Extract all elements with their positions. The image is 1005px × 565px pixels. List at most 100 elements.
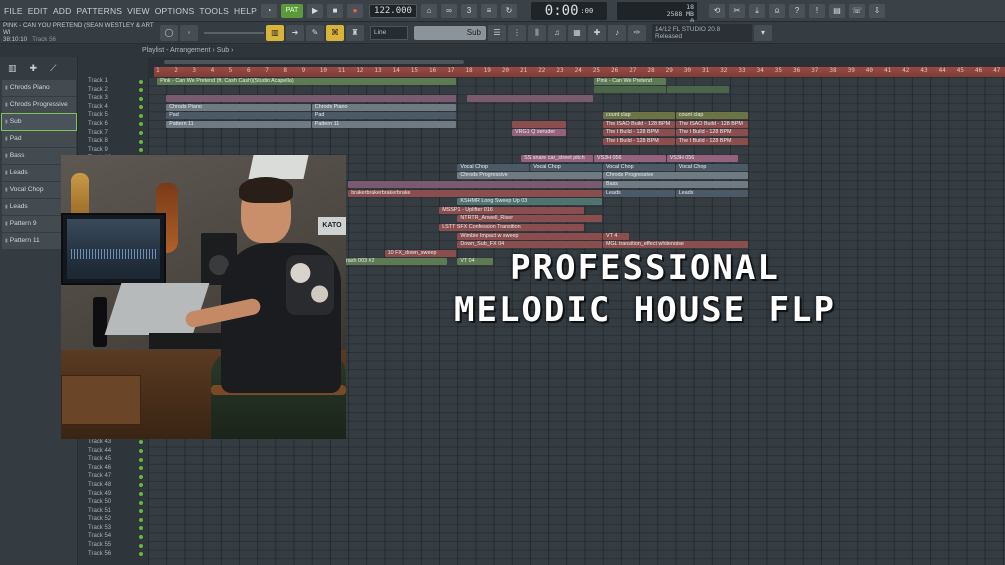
playlist-clip[interactable]: LSTT SFX Confession Transition bbox=[439, 224, 584, 231]
arrow-icon[interactable]: ➜ bbox=[286, 24, 304, 41]
playlist-clip[interactable]: Pad bbox=[311, 112, 457, 120]
timeline-ruler[interactable]: 1 2 3 4 5 6 7 8 9 10 11 12 13 14 15 16 17 18 19 20 21 22 23 24 2… bbox=[148, 67, 1005, 77]
menu-view[interactable]: VIEW bbox=[127, 6, 150, 16]
playlist-clip[interactable]: VRG1 Q seruder bbox=[512, 129, 566, 137]
playlist-icon[interactable]: ☰ bbox=[488, 24, 506, 41]
playlist-clip[interactable]: Pattern 11 bbox=[311, 120, 457, 128]
mixer-icon[interactable]: ⫼ bbox=[528, 24, 546, 41]
undo-icon[interactable]: ⟲ bbox=[708, 3, 725, 18]
track-header[interactable]: Track 52 bbox=[78, 515, 148, 524]
download-icon[interactable]: ⇩ bbox=[868, 3, 885, 18]
channel-rack-icon[interactable]: ⋮ bbox=[508, 24, 526, 41]
menu-options[interactable]: OPTIONS bbox=[155, 6, 195, 16]
time-display[interactable]: 0:00:00 bbox=[530, 1, 607, 20]
menu-add[interactable]: ADD bbox=[53, 6, 72, 16]
menu-file[interactable]: FILE bbox=[4, 6, 23, 16]
feather-icon[interactable]: ✑ bbox=[628, 24, 646, 41]
playlist-clip[interactable] bbox=[166, 95, 457, 102]
pattern-item[interactable]: Pad bbox=[2, 131, 76, 147]
playlist-clip[interactable]: Vocal Chop bbox=[675, 163, 748, 171]
record-metronome-icon[interactable]: ◔ bbox=[261, 3, 278, 18]
menu-help[interactable]: HELP bbox=[234, 6, 257, 16]
playlist-clip[interactable]: Chrods Progressive bbox=[603, 172, 748, 180]
export-icon[interactable]: ⤓ bbox=[748, 3, 765, 18]
horizontal-scrollbar[interactable] bbox=[148, 57, 1005, 67]
playlist-clip[interactable]: Pattern 11 bbox=[166, 120, 311, 128]
playlist-clip[interactable]: Bass bbox=[603, 181, 748, 188]
pattern-item[interactable]: Chrods Progressive bbox=[2, 97, 76, 113]
help-icon[interactable]: ? bbox=[788, 3, 805, 18]
track-header[interactable]: Track 50 bbox=[78, 498, 148, 507]
piano-icon[interactable]: ♫ bbox=[548, 24, 566, 41]
playlist-clip[interactable]: KSHMR Long Sweep Up 03 bbox=[457, 198, 602, 206]
pencil-icon[interactable]: ✎ bbox=[306, 24, 324, 41]
save-icon[interactable]: ▤ bbox=[828, 3, 845, 18]
tool-icon[interactable]: ⟋ bbox=[50, 63, 56, 74]
playlist-clip[interactable]: Leads bbox=[675, 189, 748, 197]
stop-icon[interactable]: ■ bbox=[327, 3, 344, 18]
playlist-clip[interactable] bbox=[593, 86, 666, 94]
playlist-clip[interactable]: Chrods Piano bbox=[311, 103, 457, 111]
playlist-clip[interactable]: VT 4 bbox=[603, 232, 630, 240]
playlist-clip[interactable] bbox=[466, 95, 593, 102]
track-header[interactable]: Track 51 bbox=[78, 507, 148, 516]
playlist-clip[interactable]: NTRTR_Anwell_Riser bbox=[457, 215, 602, 223]
playlist-clip[interactable]: The I Build - 128 BPM bbox=[603, 138, 675, 145]
magnet-icon[interactable]: ⌘ bbox=[326, 24, 344, 41]
pattern-selector[interactable]: Sub bbox=[414, 25, 486, 40]
master-slider[interactable] bbox=[204, 31, 264, 34]
track-header[interactable]: Track 2 bbox=[78, 86, 148, 95]
playlist-clip[interactable] bbox=[348, 181, 602, 188]
playlist-clip[interactable]: Wimbie Impact w sweep bbox=[457, 232, 602, 240]
menu-tools[interactable]: TOOLS bbox=[199, 6, 229, 16]
scrollbar-thumb[interactable] bbox=[164, 60, 464, 64]
master-volume-icon[interactable]: ◯ bbox=[160, 24, 178, 41]
playlist-clip[interactable]: VS3H 056 bbox=[666, 155, 739, 163]
track-header[interactable]: Track 49 bbox=[78, 490, 148, 499]
metronome-icon[interactable]: ⌂ bbox=[420, 3, 437, 18]
pattern-item[interactable]: Chrods Piano bbox=[2, 80, 76, 96]
loop-record-icon[interactable]: ↻ bbox=[500, 3, 517, 18]
track-header[interactable]: Track 6 bbox=[78, 120, 148, 129]
record-icon[interactable]: ● bbox=[347, 3, 364, 18]
playlist-clip[interactable]: SS snare car_street pitch bbox=[521, 155, 593, 163]
track-header[interactable]: Track 43 bbox=[78, 438, 148, 447]
wait-icon[interactable]: ∞ bbox=[440, 3, 457, 18]
track-header[interactable]: Track 54 bbox=[78, 532, 148, 541]
playlist-clip[interactable]: VS3H 056 bbox=[593, 155, 666, 163]
stamp-icon[interactable]: ♜ bbox=[346, 24, 364, 41]
track-header[interactable]: Track 56 bbox=[78, 550, 148, 559]
playlist-clip[interactable]: Leads bbox=[603, 189, 675, 197]
snap-select[interactable]: Line bbox=[370, 25, 408, 40]
menu-patterns[interactable]: PATTERNS bbox=[76, 6, 122, 16]
play-icon[interactable]: ▶ bbox=[307, 3, 324, 18]
playlist-clip[interactable]: Vocal Chop bbox=[530, 163, 602, 171]
pattern-song-toggle[interactable]: PAT bbox=[281, 3, 304, 18]
track-header[interactable]: Track 55 bbox=[78, 541, 148, 550]
track-header[interactable]: Track 45 bbox=[78, 455, 148, 464]
playlist-clip[interactable]: The I Build - 128 BPM bbox=[675, 138, 748, 145]
track-header[interactable]: Track 5 bbox=[78, 111, 148, 120]
playlist-clip[interactable]: MSSP1 - Uplifter 016 bbox=[439, 206, 584, 214]
browser-icon[interactable]: ▦ bbox=[568, 24, 586, 41]
track-header[interactable]: Track 44 bbox=[78, 447, 148, 456]
playlist-clip[interactable]: Pink - Can We Pretend bbox=[593, 77, 666, 85]
track-header[interactable]: Track 1 bbox=[78, 77, 148, 86]
bell-icon[interactable]: ♪ bbox=[608, 24, 626, 41]
playlist-clip[interactable]: count clap bbox=[675, 112, 748, 120]
playlist-clip[interactable]: The I Build - 128 BPM bbox=[675, 129, 748, 137]
playlist-clip[interactable]: Chrods Progressive bbox=[457, 172, 602, 180]
pattern-item[interactable]: Sub bbox=[1, 113, 77, 131]
picker-icon[interactable]: ▥ bbox=[8, 63, 17, 74]
chat-icon[interactable]: ☏ bbox=[848, 3, 865, 18]
piano-roll-icon[interactable]: ▥ bbox=[266, 24, 284, 41]
microphone-icon[interactable]: ⍝ bbox=[768, 3, 785, 18]
track-header[interactable]: Track 3 bbox=[78, 94, 148, 103]
track-header[interactable]: Track 47 bbox=[78, 472, 148, 481]
playlist-clip[interactable] bbox=[512, 120, 566, 128]
playlist-clip[interactable]: count clap bbox=[603, 112, 675, 120]
master-pitch-icon[interactable]: ◦ bbox=[180, 24, 198, 41]
playlist-clip[interactable]: Vocal Chop bbox=[603, 163, 675, 171]
playlist-clip[interactable]: Pad bbox=[166, 112, 311, 120]
news-panel[interactable]: 14/12 FL STUDIO 20.8 Released bbox=[652, 23, 752, 42]
